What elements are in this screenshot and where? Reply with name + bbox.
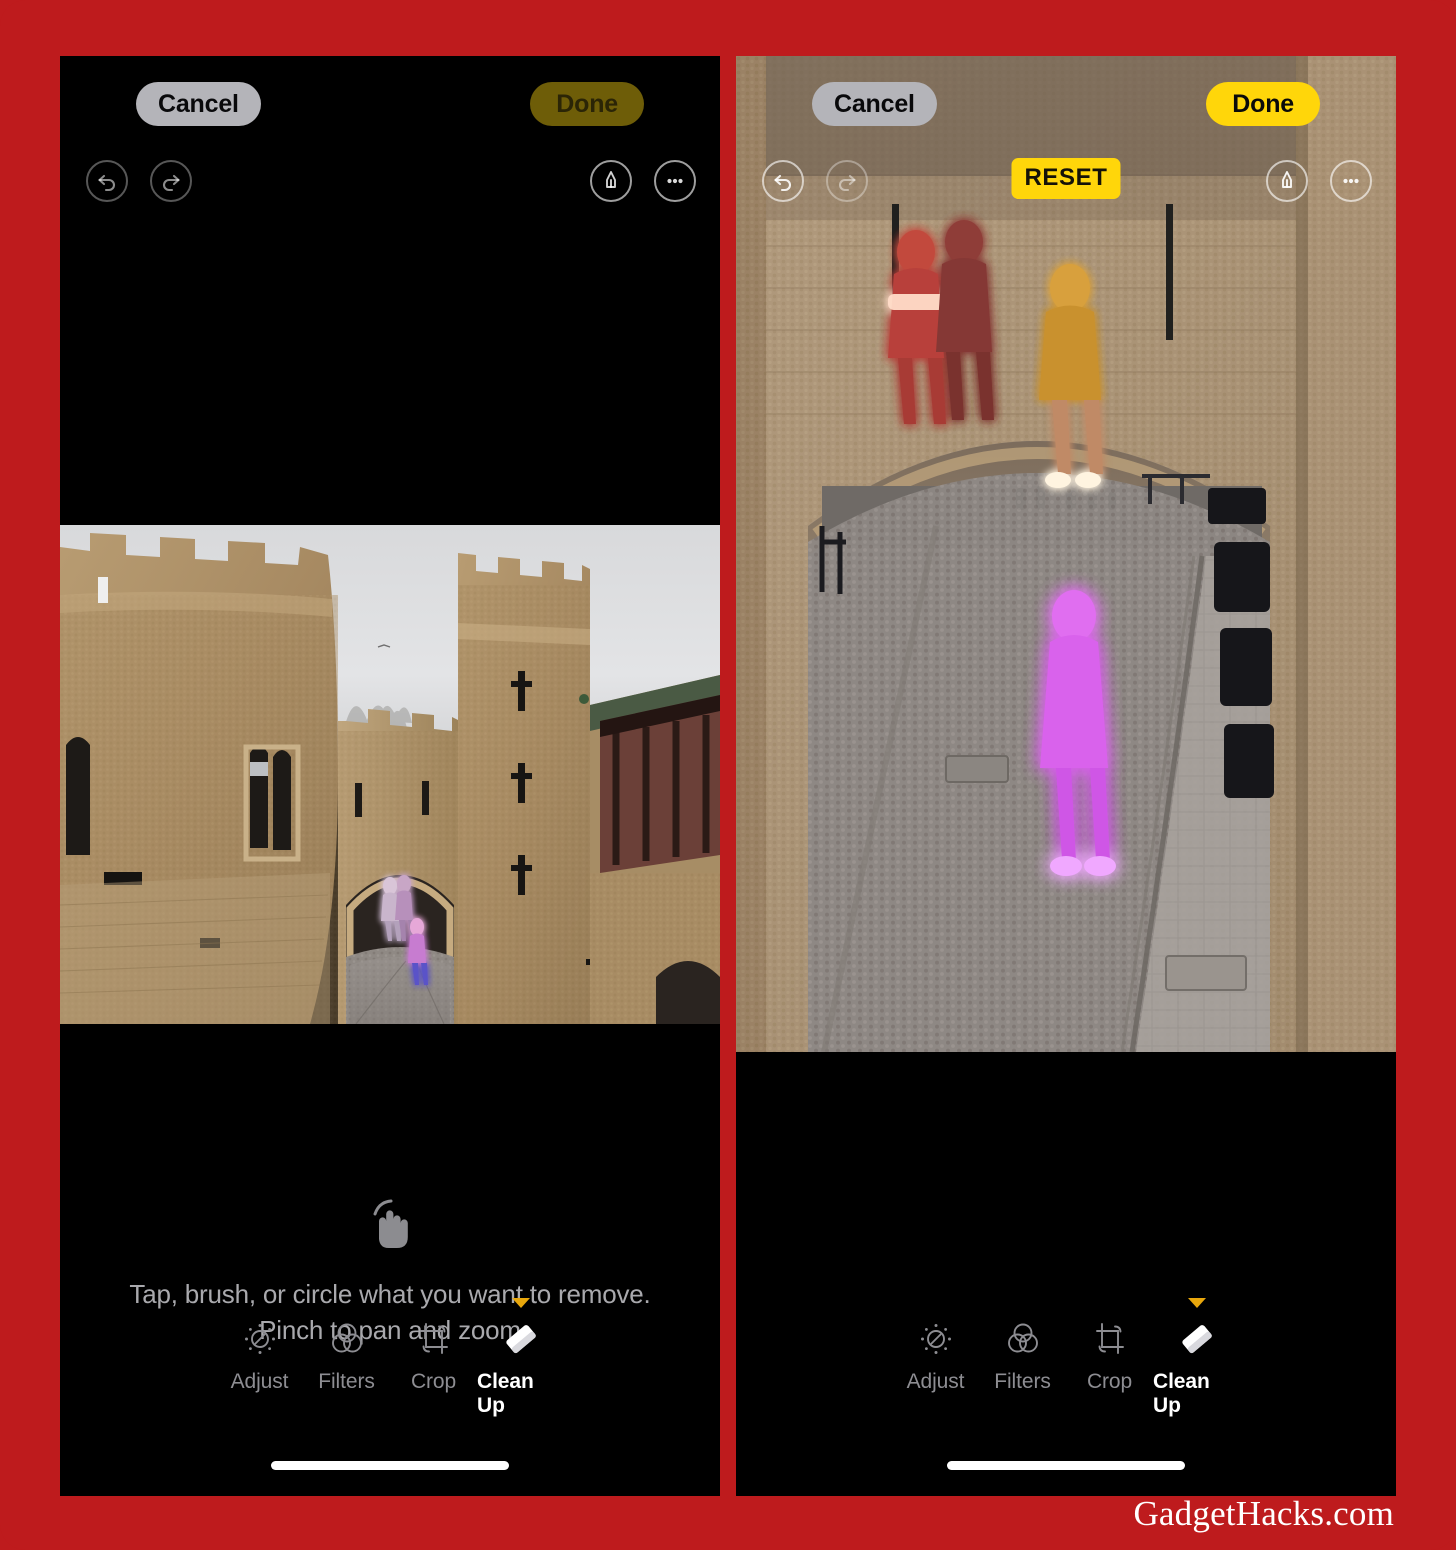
redo-icon[interactable] (150, 160, 192, 202)
cancel-button[interactable]: Cancel (136, 82, 261, 126)
tool-filters-label: Filters (318, 1370, 375, 1393)
editor-bottom-toolbar-before: Adjust Filters Crop Clean Up (60, 1298, 720, 1418)
phone-panel-after: Cancel Done RESET Adjust Filters Crop Cl… (736, 56, 1396, 1496)
editor-tool-row-after: RESET (736, 156, 1396, 228)
cleanup-eraser-icon (501, 1314, 541, 1364)
markup-pen-icon[interactable] (1266, 160, 1308, 202)
adjust-icon (917, 1314, 955, 1364)
tool-filters-label: Filters (994, 1370, 1051, 1393)
selected-caret-icon (511, 1298, 530, 1308)
cancel-button[interactable]: Cancel (812, 82, 937, 126)
home-indicator[interactable] (271, 1461, 509, 1470)
tool-crop-label: Crop (410, 1370, 457, 1393)
tool-crop[interactable]: Crop (1066, 1314, 1153, 1418)
tap-hand-icon (373, 1199, 408, 1248)
done-button[interactable]: Done (1206, 82, 1320, 126)
editor-tool-row-before (60, 156, 720, 228)
more-ellipsis-icon[interactable] (654, 160, 696, 202)
tool-clean-up[interactable]: Clean Up (1153, 1298, 1240, 1418)
undo-icon[interactable] (86, 160, 128, 202)
tool-filters[interactable]: Filters (303, 1314, 390, 1418)
tool-clean-up[interactable]: Clean Up (477, 1298, 564, 1418)
tool-clean-up-label: Clean Up (477, 1370, 534, 1417)
tool-crop-label: Crop (1086, 1370, 1133, 1393)
tool-adjust-label: Adjust (230, 1370, 289, 1393)
markup-pen-icon[interactable] (590, 160, 632, 202)
phone-panel-before: Cancel Done Tap, brush, or circle what y… (60, 56, 720, 1496)
filters-icon (328, 1314, 366, 1364)
adjust-icon (241, 1314, 279, 1364)
crop-icon (415, 1314, 453, 1364)
tool-adjust[interactable]: Adjust (892, 1314, 979, 1418)
watermark: GadgetHacks.com (1133, 1494, 1394, 1533)
tool-adjust[interactable]: Adjust (216, 1314, 303, 1418)
selected-caret-icon (1187, 1298, 1206, 1308)
photo-before-image (60, 525, 720, 1024)
home-indicator[interactable] (947, 1461, 1185, 1470)
reset-button[interactable]: RESET (1011, 158, 1121, 199)
crop-icon (1091, 1314, 1129, 1364)
redo-icon[interactable] (826, 160, 868, 202)
tool-clean-up-label: Clean Up (1153, 1370, 1210, 1417)
tool-adjust-label: Adjust (906, 1370, 965, 1393)
undo-icon[interactable] (762, 160, 804, 202)
editor-top-bar-before: Cancel Done (60, 56, 720, 152)
done-button[interactable]: Done (530, 82, 644, 126)
screenshot-page: Cancel Done Tap, brush, or circle what y… (0, 0, 1456, 1550)
editor-bottom-toolbar-after: Adjust Filters Crop Clean Up (736, 1298, 1396, 1418)
photo-canvas-before[interactable] (60, 525, 720, 1024)
editor-top-bar-after: Cancel Done (736, 56, 1396, 152)
cleanup-hint-line-1: Tap, brush, or circle what you want to r… (129, 1279, 651, 1309)
filters-icon (1004, 1314, 1042, 1364)
cleanup-eraser-icon (1177, 1314, 1217, 1364)
more-ellipsis-icon[interactable] (1330, 160, 1372, 202)
phone-panels: Cancel Done Tap, brush, or circle what y… (60, 56, 1396, 1496)
tool-filters[interactable]: Filters (979, 1314, 1066, 1418)
tool-crop[interactable]: Crop (390, 1314, 477, 1418)
